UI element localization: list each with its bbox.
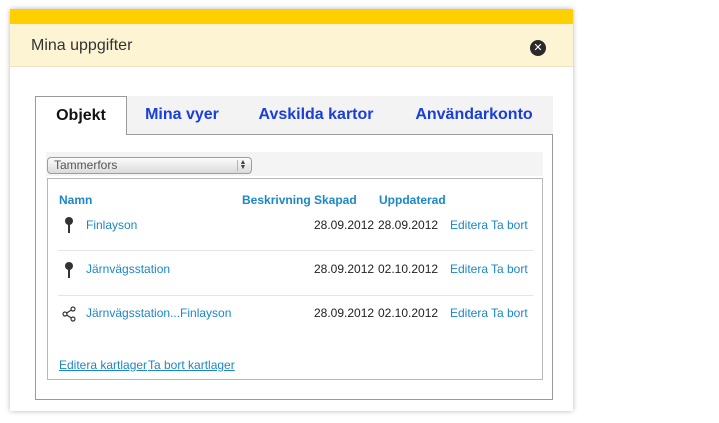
object-name-link[interactable]: Järnvägsstation [86,262,170,276]
dialog-header: Mina uppgifter ✕ [10,24,573,67]
chevron-updown-icon: ▲ ▼ [237,159,248,171]
object-updated: 02.10.2012 [378,262,439,276]
accent-bar [10,9,573,24]
edit-button[interactable]: Editera [450,218,488,232]
column-header-description[interactable]: Beskrivning [242,193,311,207]
my-data-dialog: Mina uppgifter ✕ Objekt Mina vyer Avskil… [10,9,573,411]
map-pin-icon [65,262,73,278]
edit-layer-link[interactable]: Editera kartlager [59,358,147,372]
delete-button[interactable]: Ta bort [491,218,528,232]
route-icon [62,306,76,322]
dialog-title: Mina uppgifter [31,37,133,54]
tab-avskilda-kartor[interactable]: Avskilda kartor [237,96,395,134]
table-row: Finlayson 28.09.2012 28.09.2012 Editera … [58,206,533,251]
table-row: Järnvägsstation 28.09.2012 02.10.2012 Ed… [58,251,533,296]
layer-select-value: Tammerfors [54,158,118,172]
object-created: 28.09.2012 [314,218,375,232]
column-header-name[interactable]: Namn [59,193,92,207]
object-name-link[interactable]: Järnvägsstation...Finlayson [86,306,231,320]
object-updated: 28.09.2012 [378,218,439,232]
column-header-created[interactable]: Skapad [314,193,357,207]
edit-button[interactable]: Editera [450,262,488,276]
objects-panel: Tammerfors ▲ ▼ Namn Beskrivning Skapad Up… [35,134,553,400]
close-icon[interactable]: ✕ [530,40,546,56]
object-created: 28.09.2012 [314,262,375,276]
object-created: 28.09.2012 [314,306,375,320]
delete-button[interactable]: Ta bort [491,306,528,320]
map-pin-icon [65,217,73,233]
tab-bar: Objekt Mina vyer Avskilda kartor Använda… [35,96,553,135]
tab-label: Avskilda kartor [258,106,374,123]
delete-layer-link[interactable]: Ta bort kartlager [148,358,235,372]
table-row: Järnvägsstation...Finlayson 28.09.2012 0… [58,295,533,339]
delete-button[interactable]: Ta bort [491,262,528,276]
object-updated: 02.10.2012 [378,306,439,320]
object-name-link[interactable]: Finlayson [86,218,137,232]
tab-label: Mina vyer [145,106,219,123]
objects-table: Namn Beskrivning Skapad Uppdaterad Finla… [47,178,543,380]
tab-anvandarkonto[interactable]: Användarkonto [395,96,553,134]
tab-label: Objekt [56,107,106,124]
column-header-updated[interactable]: Uppdaterad [379,193,446,207]
layer-select[interactable]: Tammerfors ▲ ▼ [47,157,252,174]
tab-mina-vyer[interactable]: Mina vyer [127,96,237,134]
tab-objekt[interactable]: Objekt [35,96,127,135]
edit-button[interactable]: Editera [450,306,488,320]
tab-label: Användarkonto [415,106,533,123]
